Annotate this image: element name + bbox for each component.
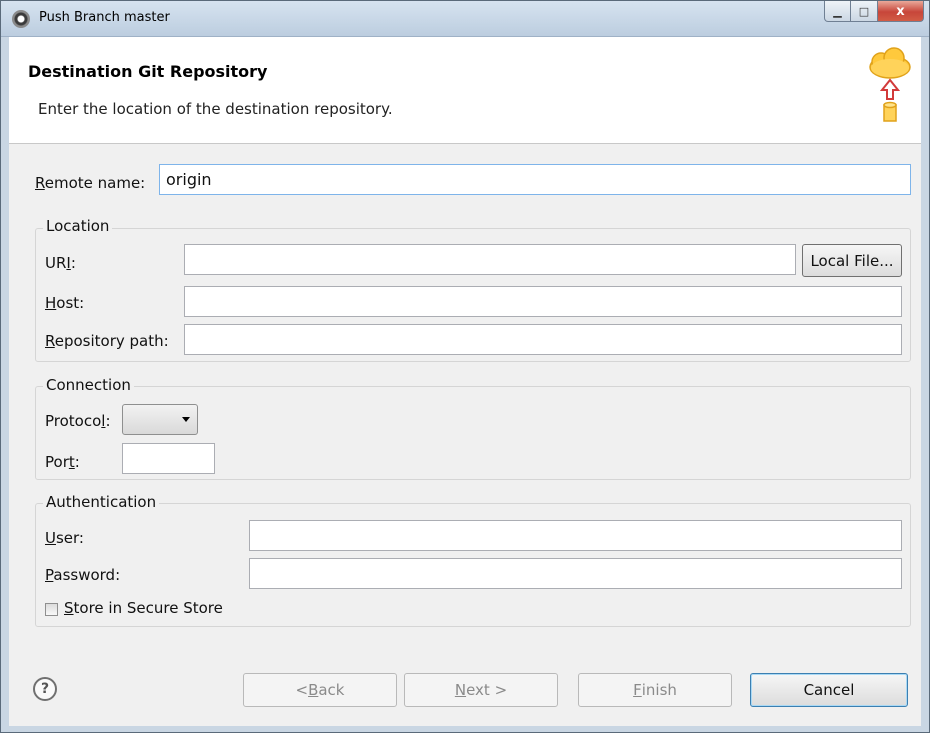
title-bar[interactable]: Push Branch master ▁ □ x: [1, 1, 929, 37]
eclipse-app-icon: [12, 10, 30, 28]
close-button[interactable]: x: [878, 1, 924, 22]
next-button[interactable]: Next >: [404, 673, 558, 707]
host-label: Host:: [45, 294, 85, 312]
minimize-icon: ▁: [833, 4, 842, 18]
finish-button[interactable]: Finish: [578, 673, 732, 707]
repository-path-input[interactable]: [184, 324, 902, 355]
cloud-upload-database-icon: [869, 47, 911, 122]
local-file-button[interactable]: Local File...: [802, 244, 902, 277]
help-icon[interactable]: ?: [33, 677, 57, 701]
maximize-icon: □: [858, 4, 870, 18]
window-controls: ▁ □ x: [824, 1, 924, 22]
password-label: Password:: [45, 566, 121, 584]
maximize-button[interactable]: □: [851, 1, 878, 22]
wizard-content: Remote name: Location URI: Local File...…: [9, 144, 921, 654]
chevron-down-icon: [182, 417, 190, 422]
location-group-title: Location: [43, 217, 113, 235]
host-input[interactable]: [184, 286, 902, 317]
connection-group-title: Connection: [43, 376, 134, 394]
page-title: Destination Git Repository: [28, 62, 268, 81]
wizard-footer: ? < Back Next > Finish Cancel: [9, 654, 921, 726]
remote-name-label: Remote name:: [35, 174, 146, 192]
cancel-button[interactable]: Cancel: [750, 673, 908, 707]
store-secure-label[interactable]: Store in Secure Store: [64, 599, 223, 617]
port-input[interactable]: [122, 443, 215, 474]
push-branch-dialog: Push Branch master ▁ □ x Destination Git…: [0, 0, 930, 733]
uri-input[interactable]: [184, 244, 796, 275]
close-icon: x: [896, 3, 905, 19]
wizard-header: Destination Git Repository Enter the loc…: [9, 37, 921, 144]
remote-name-input[interactable]: [159, 164, 911, 195]
user-label: User:: [45, 529, 84, 547]
user-input[interactable]: [249, 520, 902, 551]
protocol-label: Protocol:: [45, 412, 111, 430]
uri-label: URI:: [45, 254, 76, 272]
back-button[interactable]: < Back: [243, 673, 397, 707]
repository-path-label: Repository path:: [45, 332, 169, 350]
minimize-button[interactable]: ▁: [824, 1, 851, 22]
authentication-group-title: Authentication: [43, 493, 160, 511]
port-label: Port:: [45, 453, 80, 471]
password-input[interactable]: [249, 558, 902, 589]
store-secure-checkbox[interactable]: [45, 603, 58, 616]
protocol-dropdown[interactable]: [122, 404, 198, 435]
page-description: Enter the location of the destination re…: [38, 100, 393, 118]
window-title: Push Branch master: [39, 10, 170, 25]
